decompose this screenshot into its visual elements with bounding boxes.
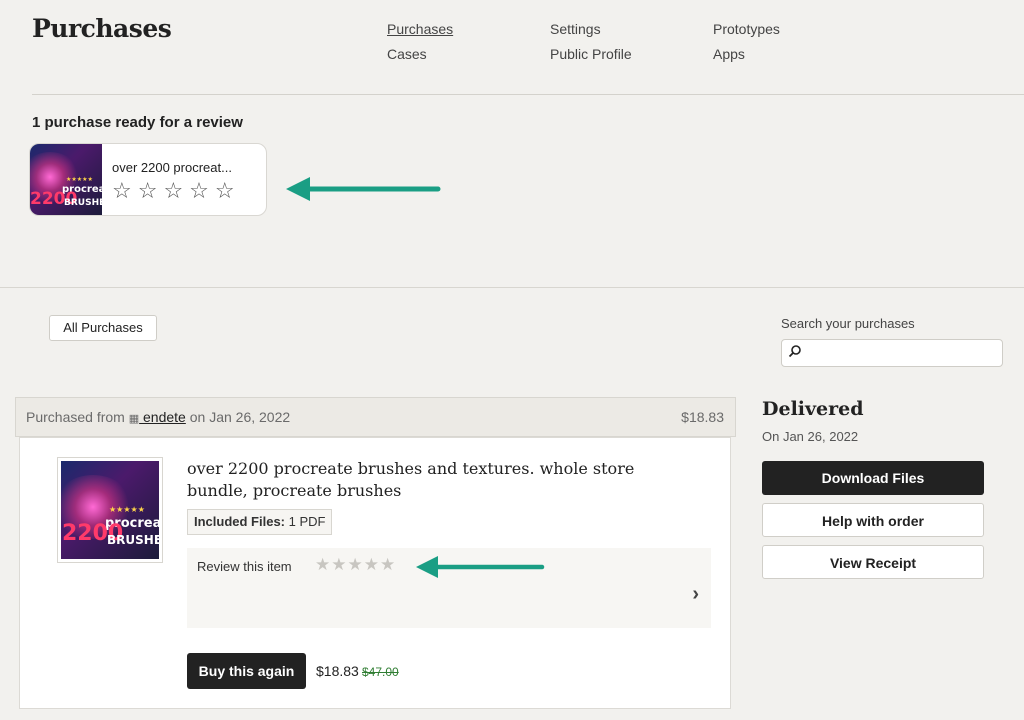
search-input[interactable]: [781, 339, 1003, 367]
all-purchases-filter-button[interactable]: All Purchases: [49, 315, 157, 341]
nav-apps-link[interactable]: Apps: [713, 45, 780, 70]
shop-link[interactable]: endete: [139, 409, 186, 425]
review-item-label: Review this item: [197, 559, 292, 574]
product-thumbnail: ★★★★★ procreat 2200 BRUSHES: [30, 144, 102, 215]
nav-column-2: Settings Public Profile: [550, 20, 632, 70]
buy-again-button[interactable]: Buy this again: [187, 653, 306, 689]
review-prompt-star-rating[interactable]: ☆☆☆☆☆: [112, 178, 241, 204]
order-header: Purchased from ▦ endete on Jan 26, 2022 …: [15, 397, 736, 437]
review-prompt-card[interactable]: ★★★★★ procreat 2200 BRUSHES over 2200 pr…: [29, 143, 267, 216]
nav-purchases-link[interactable]: Purchases: [387, 20, 453, 45]
order-item-thumbnail[interactable]: ★★★★★ procreat 2200 BRUSHES: [57, 457, 163, 563]
thumbnail-stars: ★★★★★: [66, 177, 93, 183]
nav-column-3: Prototypes Apps: [713, 20, 780, 70]
delivery-date: On Jan 26, 2022: [762, 429, 859, 444]
annotation-arrow-icon: [416, 556, 545, 578]
review-item-star-rating[interactable]: ★★★★★: [315, 555, 396, 575]
current-price: $18.83: [316, 663, 359, 679]
header-divider: [32, 94, 1024, 95]
help-with-order-button[interactable]: Help with order: [762, 503, 984, 537]
page-title: Purchases: [32, 14, 172, 43]
download-files-button[interactable]: Download Files: [762, 461, 984, 495]
order-item-title[interactable]: over 2200 procreate brushes and textures…: [187, 458, 697, 502]
order-source: Purchased from ▦ endete on Jan 26, 2022: [26, 409, 291, 425]
delivery-status-title: Delivered: [762, 398, 864, 420]
review-prompt-item-title: over 2200 procreat...: [112, 160, 232, 175]
search-icon: [788, 344, 802, 361]
chevron-right-icon[interactable]: ›: [692, 583, 699, 606]
nav-cases-link[interactable]: Cases: [387, 45, 453, 70]
annotation-arrow-icon: [286, 177, 441, 201]
nav-column-1: Purchases Cases: [387, 20, 453, 70]
nav-public-profile-link[interactable]: Public Profile: [550, 45, 632, 70]
view-receipt-button[interactable]: View Receipt: [762, 545, 984, 579]
included-files-tag: Included Files: 1 PDF: [187, 509, 333, 535]
original-price: $47.00: [362, 665, 399, 679]
order-item-image: ★★★★★ procreat 2200 BRUSHES: [61, 461, 159, 559]
search-label: Search your purchases: [781, 316, 915, 331]
nav-prototypes-link[interactable]: Prototypes: [713, 20, 780, 45]
top-section: Purchases Purchases Cases Settings Publi…: [0, 0, 1024, 288]
shop-icon: ▦: [128, 413, 140, 425]
nav-settings-link[interactable]: Settings: [550, 20, 632, 45]
order-total: $18.83: [681, 409, 724, 425]
review-prompt-heading: 1 purchase ready for a review: [32, 114, 243, 131]
